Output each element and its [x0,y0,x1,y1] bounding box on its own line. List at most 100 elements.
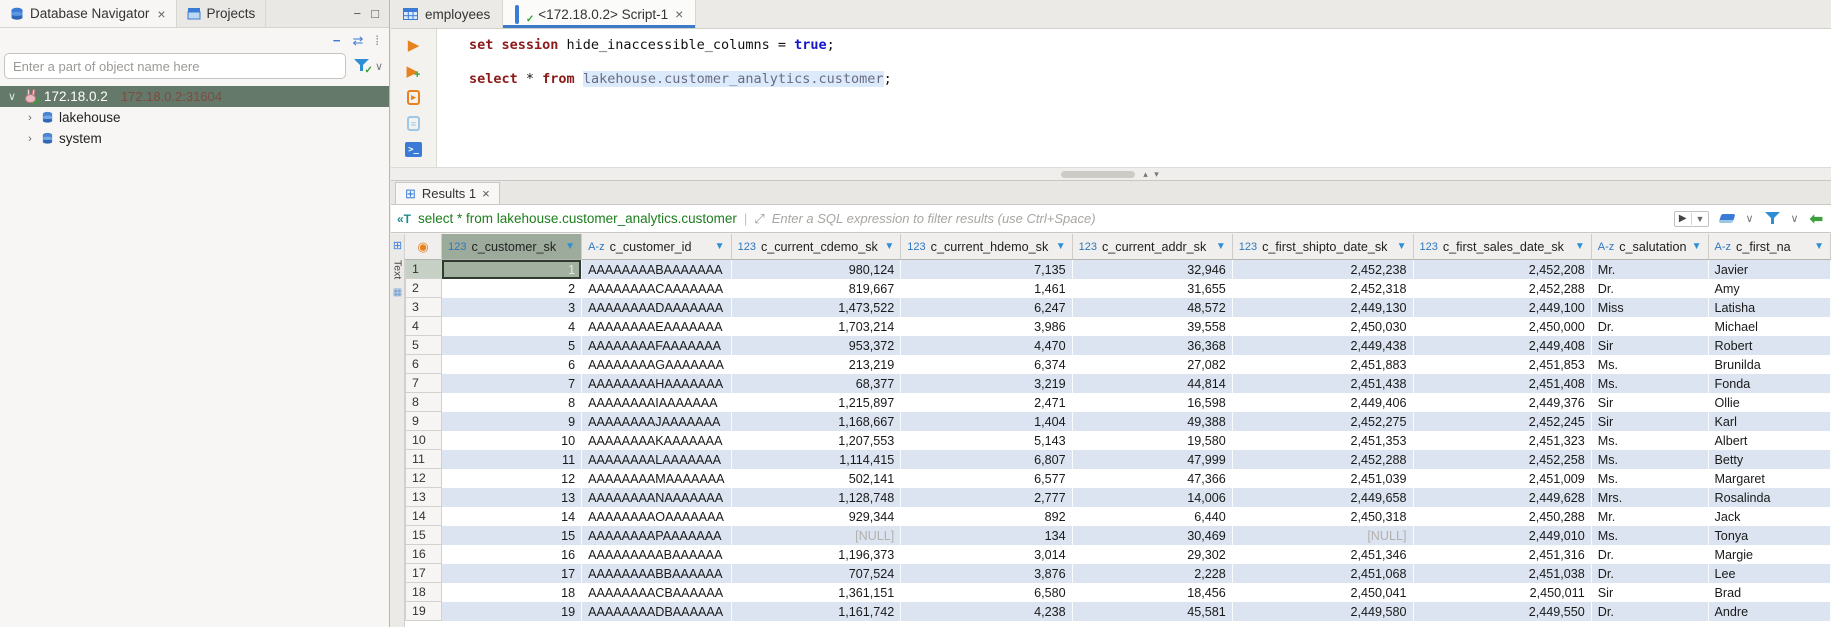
row-number[interactable]: 11 [405,450,442,469]
grid-cell[interactable]: 2,452,288 [1414,279,1592,298]
grid-cell[interactable]: Sir [1592,412,1709,431]
grid-cell[interactable]: Sir [1592,336,1709,355]
grid-cell[interactable]: 2,449,010 [1414,526,1592,545]
grid-cell[interactable]: 1,128,748 [732,488,902,507]
column-header-c_salutation[interactable]: A-zc_salutation▼ [1592,234,1709,260]
sort-dropdown-icon[interactable]: ▼ [1575,241,1585,252]
collapse-all-icon[interactable]: − [333,34,341,47]
sort-dropdown-icon[interactable]: ▼ [715,241,725,252]
grid-cell[interactable]: 45,581 [1073,602,1233,621]
grid-cell[interactable]: Mrs. [1592,488,1709,507]
grid-cell[interactable]: Dr. [1592,602,1709,621]
grid-cell[interactable]: 2,228 [1073,564,1233,583]
grid-cell[interactable]: Margie [1709,545,1831,564]
column-header-c_current_addr_sk[interactable]: 123c_current_addr_sk▼ [1073,234,1233,260]
grid-cell[interactable]: 7,135 [901,260,1072,279]
grid-cell[interactable]: 18 [442,583,582,602]
grid-cell[interactable]: Margaret [1709,469,1831,488]
grid-cell[interactable]: 48,572 [1073,298,1233,317]
close-icon[interactable]: × [157,6,165,22]
row-number[interactable]: 13 [405,488,442,507]
grid-cell[interactable]: Dr. [1592,545,1709,564]
grid-cell[interactable]: Sir [1592,583,1709,602]
tab-results-1[interactable]: ⊞ Results 1 × [395,182,500,204]
grid-cell[interactable]: 980,124 [732,260,902,279]
grid-cell[interactable]: 1,461 [901,279,1072,298]
tree-item-connection[interactable]: ∨ ✓ 172.18.0.2 172.18.0.2:31604 [0,86,389,107]
grid-cell[interactable]: Brad [1709,583,1831,602]
clear-filter-icon[interactable] [1719,214,1736,223]
grid-cell[interactable]: Javier [1709,260,1831,279]
filter-settings-icon[interactable]: ✓ [354,59,369,73]
grid-cell[interactable]: 6,580 [901,583,1072,602]
sort-dropdown-icon[interactable]: ▼ [1814,241,1824,252]
grid-cell[interactable]: 4 [442,317,582,336]
grid-cell[interactable]: 2,450,041 [1233,583,1414,602]
filter-dropdown-icon[interactable]: ∨ [375,60,383,73]
grid-cell[interactable]: 2,449,408 [1414,336,1592,355]
tab-script-1[interactable]: ✓ <172.18.0.2> Script-1 × [503,0,696,28]
grid-cell[interactable]: 1,473,522 [732,298,902,317]
object-filter-input[interactable] [4,53,346,79]
column-header-c_current_cdemo_sk[interactable]: 123c_current_cdemo_sk▼ [732,234,902,260]
sort-dropdown-icon[interactable]: ▼ [1056,241,1066,252]
sort-dropdown-icon[interactable]: ▼ [565,241,575,252]
row-number[interactable]: 12 [405,469,442,488]
grid-cell[interactable]: Ms. [1592,374,1709,393]
grid-cell[interactable]: 2,450,030 [1233,317,1414,336]
grid-cell[interactable]: 2,450,288 [1414,507,1592,526]
grid-cell[interactable]: AAAAAAAAHAAAAAAA [582,374,732,393]
grid-cell[interactable]: 6,247 [901,298,1072,317]
grid-cell[interactable]: Dr. [1592,564,1709,583]
explain-plan-button[interactable]: ≡ [405,115,423,132]
grid-cell[interactable]: 2,450,000 [1414,317,1592,336]
grid-cell[interactable]: 2,451,316 [1414,545,1592,564]
grid-cell[interactable]: Karl [1709,412,1831,431]
grid-cell[interactable]: 892 [901,507,1072,526]
grid-cell[interactable]: Mr. [1592,507,1709,526]
grid-cell[interactable]: 1,161,742 [732,602,902,621]
grid-cell[interactable]: 6,807 [901,450,1072,469]
grid-cell[interactable]: 2,451,068 [1233,564,1414,583]
minimize-view-icon[interactable]: − [354,6,362,21]
tree-item-system[interactable]: › system [0,128,389,149]
grid-cell[interactable]: AAAAAAAAJAAAAAAA [582,412,732,431]
grid-cell[interactable]: 1,196,373 [732,545,902,564]
grid-cell[interactable]: Albert [1709,431,1831,450]
grid-cell[interactable]: 3,876 [901,564,1072,583]
grid-cell[interactable]: 707,524 [732,564,902,583]
sort-dropdown-icon[interactable]: ▼ [884,241,894,252]
row-number[interactable]: 18 [405,583,442,602]
link-with-editor-icon[interactable]: ⇄ [352,34,363,47]
grid-cell[interactable]: 2,452,275 [1233,412,1414,431]
grid-cell[interactable]: Mr. [1592,260,1709,279]
grid-cell[interactable]: 2,471 [901,393,1072,412]
grid-cell[interactable]: 6,577 [901,469,1072,488]
grid-cell[interactable]: Ms. [1592,431,1709,450]
execute-statement-button[interactable]: ▶ [405,37,423,54]
grid-cell[interactable]: 2,452,208 [1414,260,1592,279]
grid-cell[interactable]: 2,449,406 [1233,393,1414,412]
grid-cell[interactable]: 16 [442,545,582,564]
row-number[interactable]: 7 [405,374,442,393]
grid-cell[interactable]: 2,449,580 [1233,602,1414,621]
grid-cell[interactable]: 134 [901,526,1072,545]
row-number[interactable]: 4 [405,317,442,336]
grid-cell[interactable]: 1 [442,260,582,279]
grid-cell[interactable]: 18,456 [1073,583,1233,602]
grid-cell[interactable]: AAAAAAAADBAAAAAA [582,602,732,621]
grid-cell[interactable]: 2,451,009 [1414,469,1592,488]
row-number[interactable]: 9 [405,412,442,431]
sort-dropdown-icon[interactable]: ▼ [1397,241,1407,252]
grid-cell[interactable]: Brunilda [1709,355,1831,374]
grid-cell[interactable]: AAAAAAAAPAAAAAAA [582,526,732,545]
grid-cell[interactable]: 953,372 [732,336,902,355]
grid-cell[interactable]: 213,219 [732,355,902,374]
grid-cell[interactable]: AAAAAAAANAAAAAAA [582,488,732,507]
grid-cell[interactable]: 2,449,376 [1414,393,1592,412]
row-number[interactable]: 2 [405,279,442,298]
grid-cell[interactable]: AAAAAAAAMAAAAAAA [582,469,732,488]
grid-cell[interactable]: 2,451,883 [1233,355,1414,374]
grid-view-icon[interactable]: ⊞ [393,239,402,252]
grid-cell[interactable]: Ms. [1592,355,1709,374]
